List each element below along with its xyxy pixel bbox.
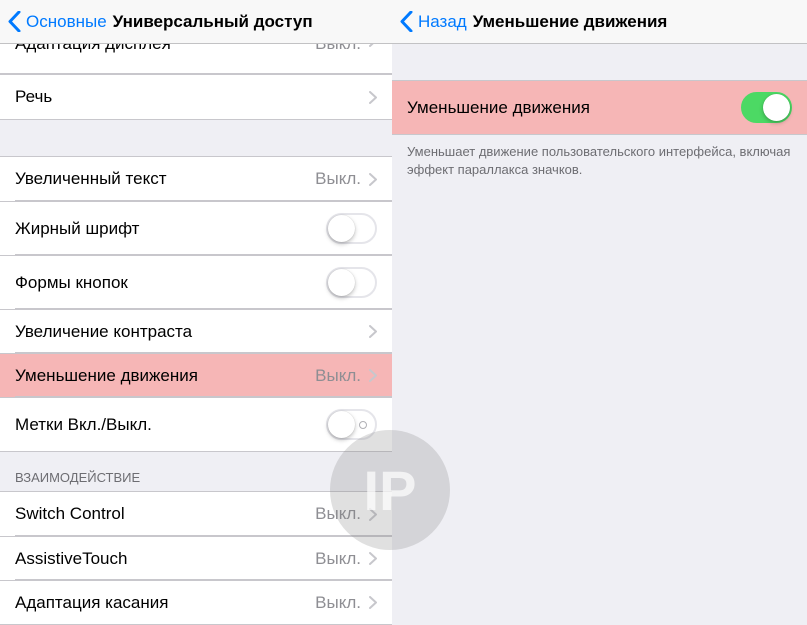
- row-label: Уменьшение движения: [407, 98, 741, 118]
- row-display-adaptation[interactable]: Адаптация дисплея Выкл.: [0, 44, 392, 74]
- chevron-right-icon: [369, 91, 377, 104]
- row-assistivetouch[interactable]: AssistiveTouch Выкл.: [0, 536, 392, 580]
- back-button[interactable]: Основные: [8, 11, 107, 32]
- navbar-right: Назад Уменьшение движения: [392, 0, 807, 44]
- navbar-left: Основные Универсальный доступ: [0, 0, 392, 44]
- chevron-right-icon: [369, 44, 377, 47]
- back-button[interactable]: Назад: [400, 11, 467, 32]
- row-label: Switch Control: [15, 504, 315, 524]
- row-value: Выкл.: [315, 593, 361, 613]
- row-label: Жирный шрифт: [15, 219, 326, 239]
- row-switch-control[interactable]: Switch Control Выкл.: [0, 492, 392, 536]
- back-label: Назад: [418, 12, 467, 32]
- group-reduce-motion: Уменьшение движения: [392, 80, 807, 135]
- row-onoff-labels[interactable]: Метки Вкл./Выкл.: [0, 397, 392, 451]
- screen-reduce-motion: Назад Уменьшение движения Уменьшение дви…: [392, 0, 807, 625]
- row-bold-text[interactable]: Жирный шрифт: [0, 201, 392, 255]
- chevron-left-icon: [8, 11, 21, 32]
- row-speech[interactable]: Речь: [0, 75, 392, 119]
- chevron-right-icon: [369, 173, 377, 186]
- row-touch-accommodations[interactable]: Адаптация касания Выкл.: [0, 580, 392, 624]
- content-left: Адаптация дисплея Выкл. Речь Увеличенный…: [0, 44, 392, 625]
- row-label: Метки Вкл./Выкл.: [15, 415, 326, 435]
- row-label: Увеличенный текст: [15, 169, 315, 189]
- row-value: Выкл.: [315, 549, 361, 569]
- toggle-bold-text[interactable]: [326, 213, 377, 244]
- row-button-shapes[interactable]: Формы кнопок: [0, 255, 392, 309]
- page-title: Универсальный доступ: [113, 12, 313, 32]
- toggle-onoff-labels[interactable]: [326, 409, 377, 440]
- row-larger-text[interactable]: Увеличенный текст Выкл.: [0, 157, 392, 201]
- chevron-right-icon: [369, 325, 377, 338]
- group-interaction: Switch Control Выкл. AssistiveTouch Выкл…: [0, 491, 392, 625]
- back-label: Основные: [26, 12, 107, 32]
- group-speech: Речь: [0, 74, 392, 120]
- chevron-right-icon: [369, 508, 377, 521]
- row-label: Адаптация дисплея: [15, 44, 315, 54]
- row-value: Выкл.: [315, 504, 361, 524]
- group-display: Увеличенный текст Выкл. Жирный шрифт Фор…: [0, 156, 392, 452]
- row-reduce-motion-toggle[interactable]: Уменьшение движения: [392, 81, 807, 134]
- row-value: Выкл.: [315, 366, 361, 386]
- spacer: [0, 120, 392, 156]
- row-increase-contrast[interactable]: Увеличение контраста: [0, 309, 392, 353]
- row-reduce-motion[interactable]: Уменьшение движения Выкл.: [0, 353, 392, 397]
- chevron-left-icon: [400, 11, 413, 32]
- toggle-reduce-motion[interactable]: [741, 92, 792, 123]
- row-label: Формы кнопок: [15, 273, 326, 293]
- section-header-interaction: ВЗАИМОДЕЙСТВИЕ: [0, 452, 392, 491]
- row-label: Увеличение контраста: [15, 322, 369, 342]
- chevron-right-icon: [369, 552, 377, 565]
- content-right: Уменьшение движения Уменьшает движение п…: [392, 44, 807, 625]
- spacer: [392, 44, 807, 80]
- row-label: Речь: [15, 87, 369, 107]
- toggle-button-shapes[interactable]: [326, 267, 377, 298]
- footer-description: Уменьшает движение пользовательского инт…: [392, 135, 807, 184]
- screen-accessibility: Основные Универсальный доступ Адаптация …: [0, 0, 392, 625]
- chevron-right-icon: [369, 596, 377, 609]
- chevron-right-icon: [369, 369, 377, 382]
- row-label: AssistiveTouch: [15, 549, 315, 569]
- row-value: Выкл.: [315, 169, 361, 189]
- row-value: Выкл.: [315, 44, 361, 54]
- row-label: Уменьшение движения: [15, 366, 315, 386]
- page-title: Уменьшение движения: [473, 12, 668, 32]
- row-label: Адаптация касания: [15, 593, 315, 613]
